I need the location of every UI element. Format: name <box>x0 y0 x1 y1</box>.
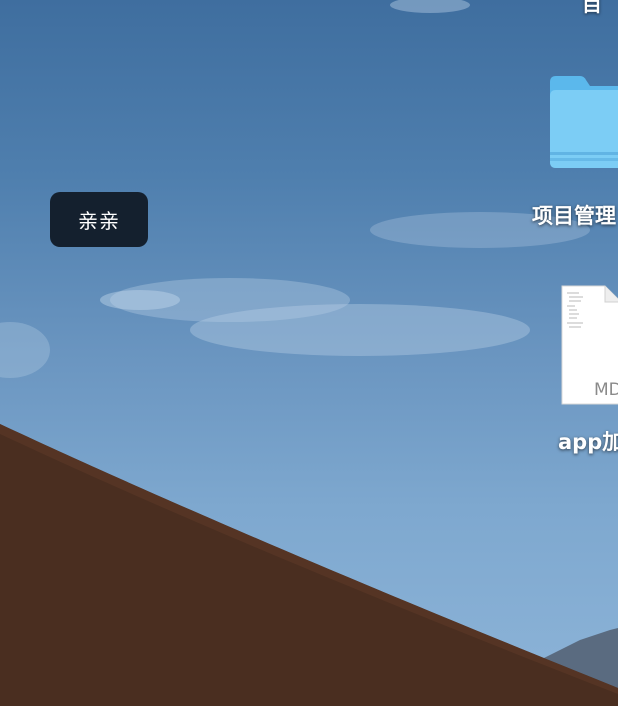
document-label[interactable]: app加 <box>558 426 618 456</box>
folder-icon[interactable] <box>548 74 618 170</box>
desktop-wallpaper <box>0 0 618 706</box>
desktop: 目 项目管理 MD app加 亲亲 <box>0 0 618 706</box>
desktop-item-label-top[interactable]: 目 <box>582 0 602 17</box>
tooltip: 亲亲 <box>50 192 148 247</box>
folder-label[interactable]: 项目管理 <box>532 200 616 230</box>
document-extension-label: MD <box>594 380 618 400</box>
